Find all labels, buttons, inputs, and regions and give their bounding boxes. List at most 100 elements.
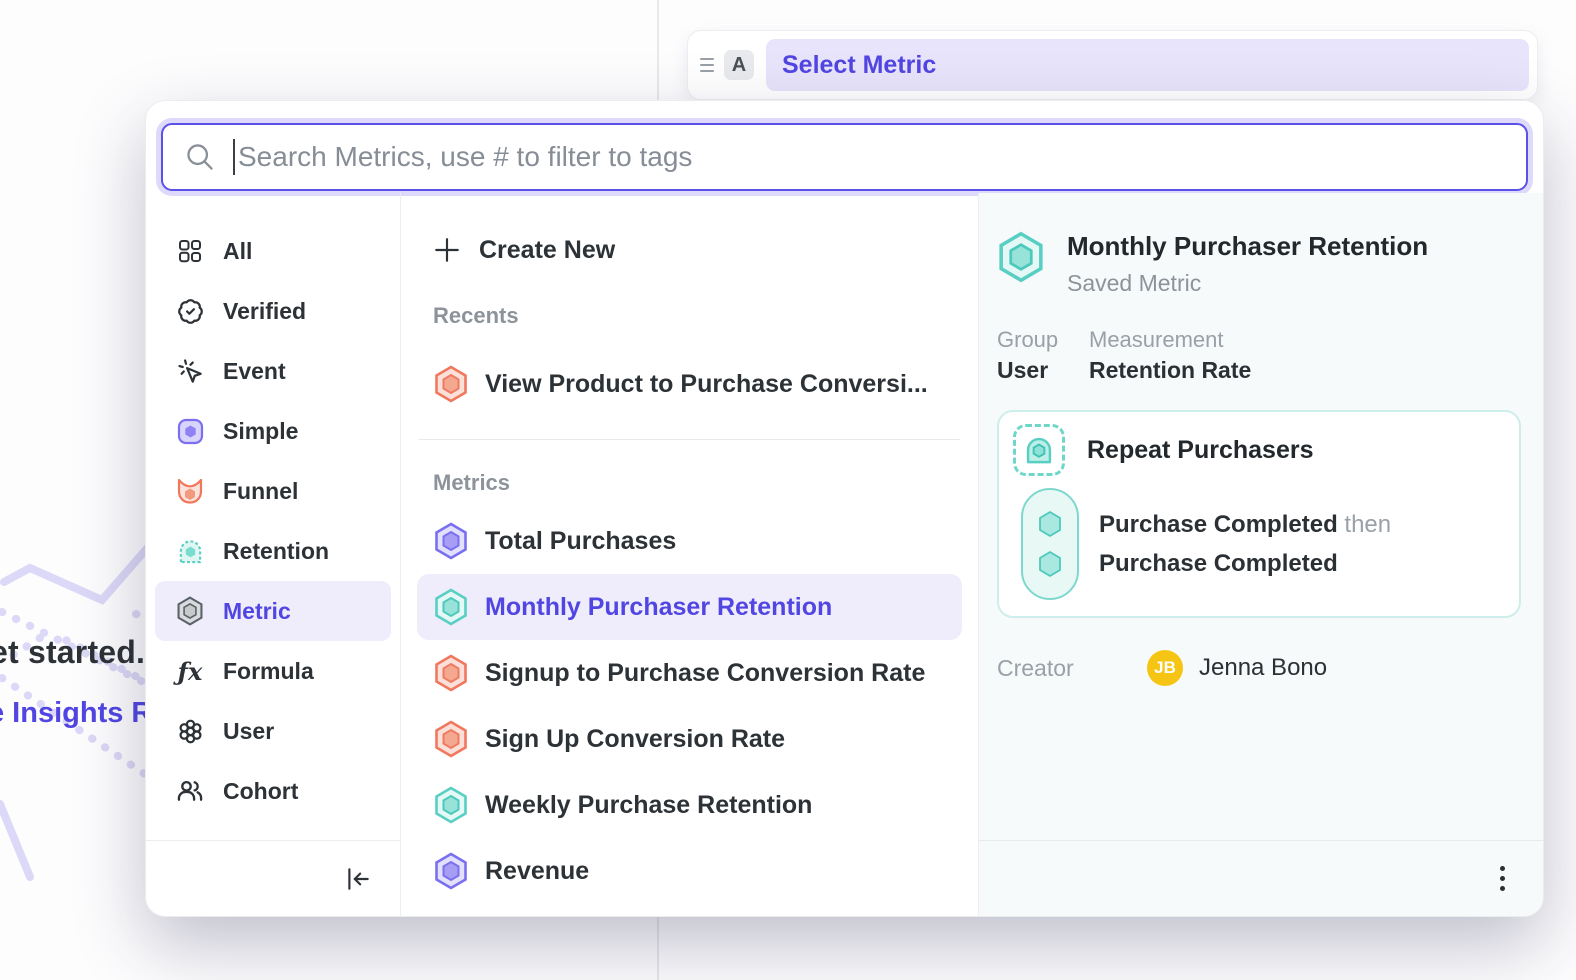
sidebar-item-all[interactable]: All — [155, 221, 391, 281]
step-hexagon-icon — [1037, 510, 1063, 538]
creator-row: Creator JB Jenna Bono — [997, 650, 1521, 686]
retention-metric-hexagon-icon — [997, 231, 1045, 297]
metric-hexagon-icon — [433, 786, 469, 824]
sidebar-item-label: All — [223, 238, 252, 265]
insights-report-link[interactable]: e Insights Re — [0, 697, 169, 730]
select-metric-label: Select Metric — [782, 51, 936, 80]
metric-list-column: Create New Recents View Product to Purch… — [401, 193, 979, 916]
metric-hexagon-icon — [433, 720, 469, 758]
cohort-icon — [175, 777, 205, 805]
search-input[interactable]: Search Metrics, use # to filter to tags — [161, 123, 1528, 191]
metric-item-revenue[interactable]: Revenue — [417, 838, 962, 904]
user-cluster-icon — [175, 718, 205, 745]
measurement-label: Measurement — [1089, 327, 1251, 353]
metric-item-label: Sign Up Conversion Rate — [485, 725, 785, 754]
create-new-label: Create New — [479, 236, 615, 265]
collapse-panel-icon[interactable] — [344, 865, 372, 893]
sidebar-item-cohort[interactable]: Cohort — [155, 761, 391, 821]
search-placeholder: Search Metrics, use # to filter to tags — [238, 141, 692, 173]
sidebar-item-label: Cohort — [223, 778, 298, 805]
definition-header: Repeat Purchasers — [1013, 424, 1505, 476]
sidebar-item-label: Event — [223, 358, 286, 385]
detail-fields: Group User Measurement Retention Rate — [997, 327, 1521, 384]
formula-icon: ƒx — [175, 657, 205, 686]
creator-name: Jenna Bono — [1199, 654, 1327, 682]
sidebar-item-user[interactable]: User — [155, 701, 391, 761]
metric-item-signup-to-purchase[interactable]: Signup to Purchase Conversion Rate — [417, 640, 962, 706]
metric-hexagon-icon — [175, 596, 205, 626]
sidebar-item-simple[interactable]: Simple — [155, 401, 391, 461]
select-metric-button[interactable]: Select Metric — [766, 39, 1529, 91]
group-label: Group — [997, 327, 1063, 353]
definition-name: Repeat Purchasers — [1087, 436, 1314, 465]
detail-header: Monthly Purchaser Retention Saved Metric — [997, 231, 1521, 297]
metric-item-label: Monthly Purchaser Retention — [485, 593, 832, 622]
metrics-list: Total Purchases Monthly Purchaser Retent… — [417, 508, 962, 904]
repeat-purchasers-retention-icon — [1013, 424, 1065, 476]
sidebar-item-metric[interactable]: Metric — [155, 581, 391, 641]
metric-definition-card: Repeat Purchasers Purchase Completed — [997, 410, 1521, 618]
grid-all-icon — [175, 238, 205, 264]
filter-sidebar: All Verified — [146, 193, 401, 916]
select-metric-bar: A Select Metric — [687, 30, 1538, 100]
drag-handle-icon[interactable] — [694, 58, 720, 72]
search-icon — [185, 142, 215, 172]
metric-item-label: Total Purchases — [485, 527, 676, 556]
metric-item-label: View Product to Purchase Conversi... — [485, 370, 928, 399]
funnel-metric-hexagon-icon — [433, 365, 469, 403]
recent-metric-item[interactable]: View Product to Purchase Conversi... — [417, 351, 962, 417]
modal-columns: All Verified — [146, 193, 1543, 916]
metric-item-label: Weekly Purchase Retention — [485, 791, 812, 820]
create-new-button[interactable]: Create New — [417, 227, 962, 273]
metric-hexagon-icon — [433, 588, 469, 626]
series-a-badge: A — [724, 50, 754, 80]
plus-icon — [433, 236, 461, 264]
metric-picker-modal: Search Metrics, use # to filter to tags … — [145, 100, 1544, 917]
sidebar-item-retention[interactable]: Retention — [155, 521, 391, 581]
metric-item-monthly-purchaser-retention[interactable]: Monthly Purchaser Retention — [417, 574, 962, 640]
event-cursor-icon — [175, 358, 205, 385]
retention-steps-pill — [1021, 488, 1079, 600]
sidebar-item-formula[interactable]: ƒx Formula — [155, 641, 391, 701]
detail-title: Monthly Purchaser Retention — [1067, 231, 1428, 262]
creator-avatar: JB — [1147, 650, 1183, 686]
definition-steps: Purchase Completed then Purchase Complet… — [1013, 488, 1505, 600]
get-started-text: et started. — [0, 634, 145, 671]
metric-hexagon-icon — [433, 654, 469, 692]
sidebar-footer — [146, 840, 400, 916]
measurement-value: Retention Rate — [1089, 357, 1251, 384]
metric-item-total-purchases[interactable]: Total Purchases — [417, 508, 962, 574]
sidebar-item-label: User — [223, 718, 274, 745]
measurement-field: Measurement Retention Rate — [1089, 327, 1251, 384]
sidebar-item-label: Simple — [223, 418, 298, 445]
metric-item-label: Revenue — [485, 857, 589, 886]
group-value: User — [997, 357, 1063, 384]
step-2-event: Purchase Completed — [1099, 550, 1391, 578]
metric-hexagon-icon — [433, 522, 469, 560]
sidebar-item-label: Formula — [223, 658, 314, 685]
metric-hexagon-icon — [433, 852, 469, 890]
sidebar-item-label: Verified — [223, 298, 306, 325]
kebab-menu-icon[interactable] — [1494, 860, 1511, 897]
creator-label: Creator — [997, 655, 1147, 682]
step-hexagon-icon — [1037, 550, 1063, 578]
sidebar-item-label: Retention — [223, 538, 329, 565]
metric-detail-panel: Monthly Purchaser Retention Saved Metric… — [979, 193, 1543, 916]
metric-item-weekly-purchase-retention[interactable]: Weekly Purchase Retention — [417, 772, 962, 838]
verified-badge-icon — [175, 298, 205, 325]
simple-metric-icon — [175, 418, 205, 445]
detail-subtitle: Saved Metric — [1067, 270, 1428, 297]
metric-item-sign-up-conversion[interactable]: Sign Up Conversion Rate — [417, 706, 962, 772]
sidebar-item-label: Metric — [223, 598, 291, 625]
detail-footer — [979, 840, 1543, 916]
sidebar-item-verified[interactable]: Verified — [155, 281, 391, 341]
group-field: Group User — [997, 327, 1063, 384]
section-divider — [419, 439, 960, 440]
sidebar-item-event[interactable]: Event — [155, 341, 391, 401]
funnel-icon — [175, 477, 205, 505]
recents-section-label: Recents — [433, 303, 962, 329]
sidebar-item-funnel[interactable]: Funnel — [155, 461, 391, 521]
metric-item-label: Signup to Purchase Conversion Rate — [485, 659, 925, 688]
step-1-event: Purchase Completed then — [1099, 511, 1391, 539]
metrics-section-label: Metrics — [433, 470, 962, 496]
